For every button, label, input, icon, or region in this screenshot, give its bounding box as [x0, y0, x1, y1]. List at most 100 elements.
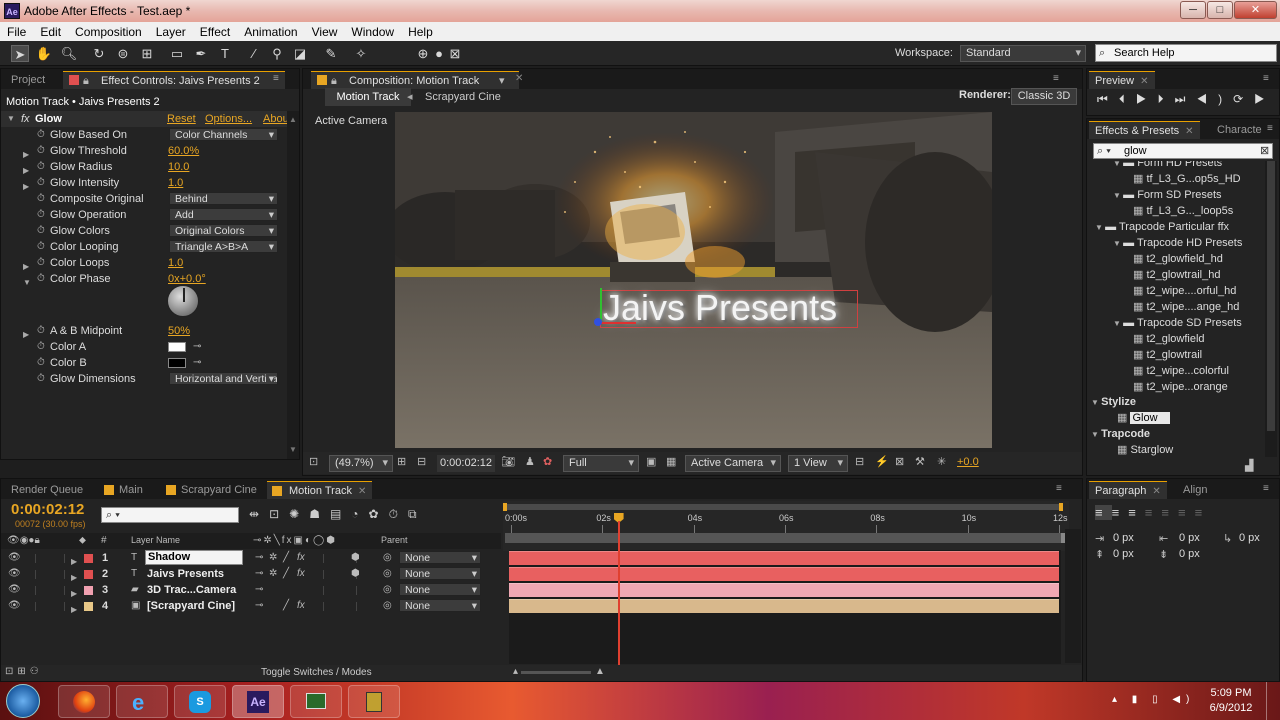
type-tool-icon[interactable]: T [216, 45, 234, 62]
folder-expand-icon[interactable]: ▼ [1113, 239, 1123, 248]
next-frame-icon[interactable]: ⏵ [1158, 92, 1175, 106]
visibility-eye-icon[interactable]: 👁︎ [8, 582, 21, 598]
parent-dropdown[interactable]: None [399, 567, 481, 580]
frame-blending-icon[interactable]: ▤ [330, 507, 351, 521]
mask-visibility-icon[interactable]: ⊟ [417, 455, 426, 468]
label-color-swatch[interactable] [84, 602, 93, 611]
tab-composition[interactable]: 🔒︎ Composition: Motion Track ▾ [311, 71, 519, 89]
exposure-value[interactable]: +0.0 [957, 456, 979, 468]
timeline-search-input[interactable]: ⌕ ▾ [101, 507, 239, 523]
table-row[interactable]: 👁︎ ▶ 2 T Jaivs Presents ⊸ ✲ ╱ fx ⬢ ◎ None [1, 566, 501, 582]
reset-link[interactable]: Reset [167, 111, 196, 127]
program-taskbar-icon[interactable] [290, 685, 342, 718]
hand-tool-icon[interactable]: ✋ [35, 45, 53, 62]
justify-left-icon[interactable]: ≡ [1145, 505, 1162, 520]
resolution-dropdown[interactable]: Full [563, 455, 639, 472]
tab-align[interactable]: Align [1177, 481, 1213, 499]
justify-center-icon[interactable]: ≡ [1161, 505, 1178, 520]
table-row[interactable]: 👁︎ ▶ 4 ▣ [Scrapyard Cine] ⊸ ╱ fx ◎ None [1, 598, 501, 614]
effects-folder[interactable]: ▼ ▬ Trapcode HD Presets [1113, 235, 1242, 251]
zoom-slider[interactable] [521, 671, 591, 674]
property-value[interactable]: 1.0 [168, 255, 183, 271]
parent-dropdown[interactable]: None [399, 583, 481, 596]
first-line-indent-value[interactable]: 0 px [1239, 532, 1260, 544]
effects-preset-item[interactable]: ▦ t2_wipe...colorful [1133, 363, 1229, 379]
layer-duration-bar[interactable] [509, 583, 1059, 597]
justify-all-icon[interactable]: ≡ [1195, 505, 1212, 520]
breadcrumb-motion-track[interactable]: Motion Track [325, 88, 411, 106]
motion-blur-icon[interactable]: ◔ [351, 507, 368, 521]
composition-viewer[interactable]: Jaivs Presents [395, 112, 992, 448]
grid-overlay-icon[interactable]: ⊞ [397, 455, 406, 468]
timeline-current-time[interactable]: 0:00:02:12 [11, 501, 84, 518]
shy-switch-icon[interactable]: ⊸ [255, 550, 263, 566]
effects-folder[interactable]: ▼ ▬ Form SD Presets [1113, 187, 1222, 203]
color-phase-dial[interactable] [167, 285, 199, 317]
effect-property-row[interactable]: ⏱ Glow Operation Add [1, 207, 287, 223]
switch-boxes[interactable] [323, 586, 357, 595]
av-switch-boxes[interactable] [35, 554, 65, 563]
workspace-dropdown[interactable]: Standard [960, 45, 1086, 62]
property-dropdown[interactable]: Color Channels [169, 128, 278, 141]
fast-previews-icon[interactable]: ⚡ [875, 455, 889, 468]
rectangle-tool-icon[interactable]: ▭ [168, 45, 186, 62]
region-of-interest-icon[interactable]: ▣ [646, 455, 656, 468]
selection-tool-icon[interactable]: ➤ [11, 45, 29, 62]
effects-preset-item[interactable]: ▦ t2_wipe....orful_hd [1133, 283, 1236, 299]
property-dropdown[interactable]: Behind [169, 192, 278, 205]
last-frame-icon[interactable]: ⏭ [1175, 92, 1197, 106]
effect-item-starglow[interactable]: ▦ Starglow [1117, 442, 1173, 458]
panel-menu-icon[interactable]: ≡ [273, 73, 279, 84]
pan-behind-tool-icon[interactable]: ⊞ [138, 45, 156, 62]
property-dropdown[interactable]: Original Colors [169, 224, 278, 237]
rotate-tool-icon[interactable]: ↻ [90, 45, 108, 62]
layer-duration-bar[interactable] [509, 567, 1059, 581]
layer-expand-icon[interactable]: ▶ [71, 602, 77, 618]
preview-menu-icon[interactable]: ≡ [1263, 73, 1269, 84]
timeline-icon[interactable]: ⊠ [895, 455, 904, 468]
zoom-tool-icon[interactable]: 🔍︎ [60, 45, 78, 62]
property-dropdown[interactable]: Triangle A>B>A [169, 240, 278, 253]
clock-time[interactable]: 5:09 PM [1206, 687, 1256, 699]
x-axis-handle[interactable] [600, 322, 636, 324]
timeline-scrollbar[interactable] [1065, 529, 1081, 663]
internet-explorer-taskbar-icon[interactable]: e [116, 685, 168, 718]
menu-effect[interactable]: Effect [193, 25, 237, 39]
table-row[interactable]: 👁︎ ▶ 1 T Shadow ⊸ ✲ ╱ fx ⬢ ◎ None [1, 550, 501, 566]
zoom-out-icon[interactable]: ▴ [513, 666, 518, 677]
stopwatch-icon[interactable]: ⏱ [37, 271, 45, 287]
tab-scrapyard-cine[interactable]: Scrapyard Cine [161, 481, 263, 499]
time-ruler[interactable]: 0:00s 02s 04s 06s 08s 10s 12s [503, 501, 1069, 551]
effect-item-glow[interactable]: ▦ Glow [1117, 410, 1170, 426]
effects-folder[interactable]: ▼ ▬ Trapcode Particular ffx [1095, 219, 1229, 235]
menu-view[interactable]: View [305, 25, 345, 39]
loop-icon[interactable]: ⟳ [1233, 92, 1254, 106]
work-area-range[interactable] [505, 533, 1061, 543]
show-snapshot-icon[interactable]: ♟ [525, 455, 535, 468]
stopwatch-icon[interactable]: ⏱ [37, 127, 45, 143]
effects-preset-item[interactable]: ▦ tf_L3_G...op5s_HD [1133, 171, 1241, 187]
current-time-display[interactable]: 0:00:02:12 [437, 455, 495, 472]
tab-preview[interactable]: Preview ✕ [1089, 71, 1155, 89]
justify-right-icon[interactable]: ≡ [1178, 505, 1195, 520]
fx-icon[interactable]: fx [21, 111, 30, 127]
timeline-menu-icon[interactable]: ≡ [1056, 483, 1062, 494]
time-navigator-end[interactable] [1059, 503, 1063, 511]
comp-close-icon[interactable]: ✕ [515, 73, 523, 84]
show-desktop-button[interactable] [1266, 682, 1280, 720]
trapcode-expand-icon[interactable]: ▼ [1091, 430, 1101, 439]
current-time-indicator[interactable] [613, 513, 624, 665]
live-update-icon[interactable]: ⊡ [269, 507, 289, 521]
work-area-bar[interactable] [505, 504, 1061, 510]
label-color-swatch[interactable] [84, 554, 93, 563]
stopwatch-icon[interactable]: ⏱ [37, 355, 45, 371]
after-effects-taskbar-icon[interactable]: Ae [232, 685, 284, 718]
layer-name[interactable]: Jaivs Presents [147, 566, 224, 582]
effects-folder[interactable]: ▼ ▬ Trapcode SD Presets [1113, 315, 1242, 331]
close-button[interactable]: ✕ [1234, 1, 1277, 19]
pickwhip-icon[interactable]: ◎ [383, 550, 392, 566]
effects-preset-item[interactable]: ▦ t2_glowtrail_hd [1133, 267, 1220, 283]
menu-layer[interactable]: Layer [149, 25, 193, 39]
view-axis-icon[interactable]: ⊠ [446, 45, 464, 62]
effect-property-row[interactable]: ⏱ Color Looping Triangle A>B>A [1, 239, 287, 255]
